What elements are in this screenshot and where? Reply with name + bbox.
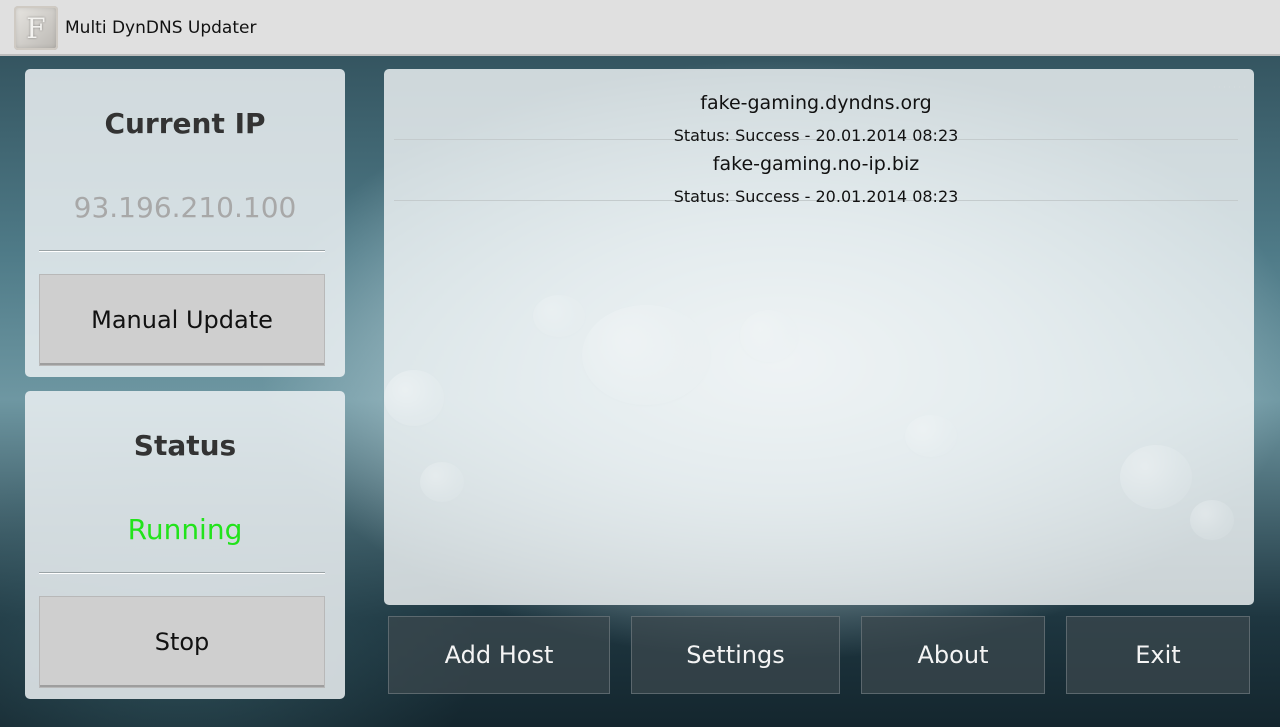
status-divider [39, 572, 325, 574]
status-panel: Status Running Stop [25, 391, 345, 699]
ip-divider [39, 250, 325, 252]
host-name: fake-gaming.dyndns.org [700, 92, 932, 114]
add-host-button[interactable]: Add Host [388, 616, 610, 694]
manual-update-button[interactable]: Manual Update [39, 274, 325, 366]
app-title: Multi DynDNS Updater [65, 18, 257, 38]
settings-button[interactable]: Settings [631, 616, 840, 694]
status-title: Status [133, 429, 237, 462]
host-name: fake-gaming.no-ip.biz [712, 153, 920, 175]
current-ip-value: 93.196.210.100 [73, 191, 297, 224]
host-status: Status: Success - 20.01.2014 08:23 [673, 187, 959, 206]
status-value: Running [127, 513, 243, 546]
action-bar: F Multi DynDNS Updater [0, 0, 1280, 56]
host-list-item[interactable]: fake-gaming.no-ip.biz Status: Success - … [394, 140, 1238, 206]
host-list-item[interactable]: fake-gaming.dyndns.org Status: Success -… [394, 79, 1238, 145]
stop-button[interactable]: Stop [39, 596, 325, 688]
app-icon: F [14, 6, 58, 50]
exit-button[interactable]: Exit [1066, 616, 1250, 694]
about-button[interactable]: About [861, 616, 1045, 694]
current-ip-title: Current IP [104, 107, 266, 140]
current-ip-panel: Current IP 93.196.210.100 Manual Update [25, 69, 345, 377]
host-list-panel: · · · · · · · fake-gaming.dyndns.org Sta… [384, 69, 1254, 605]
